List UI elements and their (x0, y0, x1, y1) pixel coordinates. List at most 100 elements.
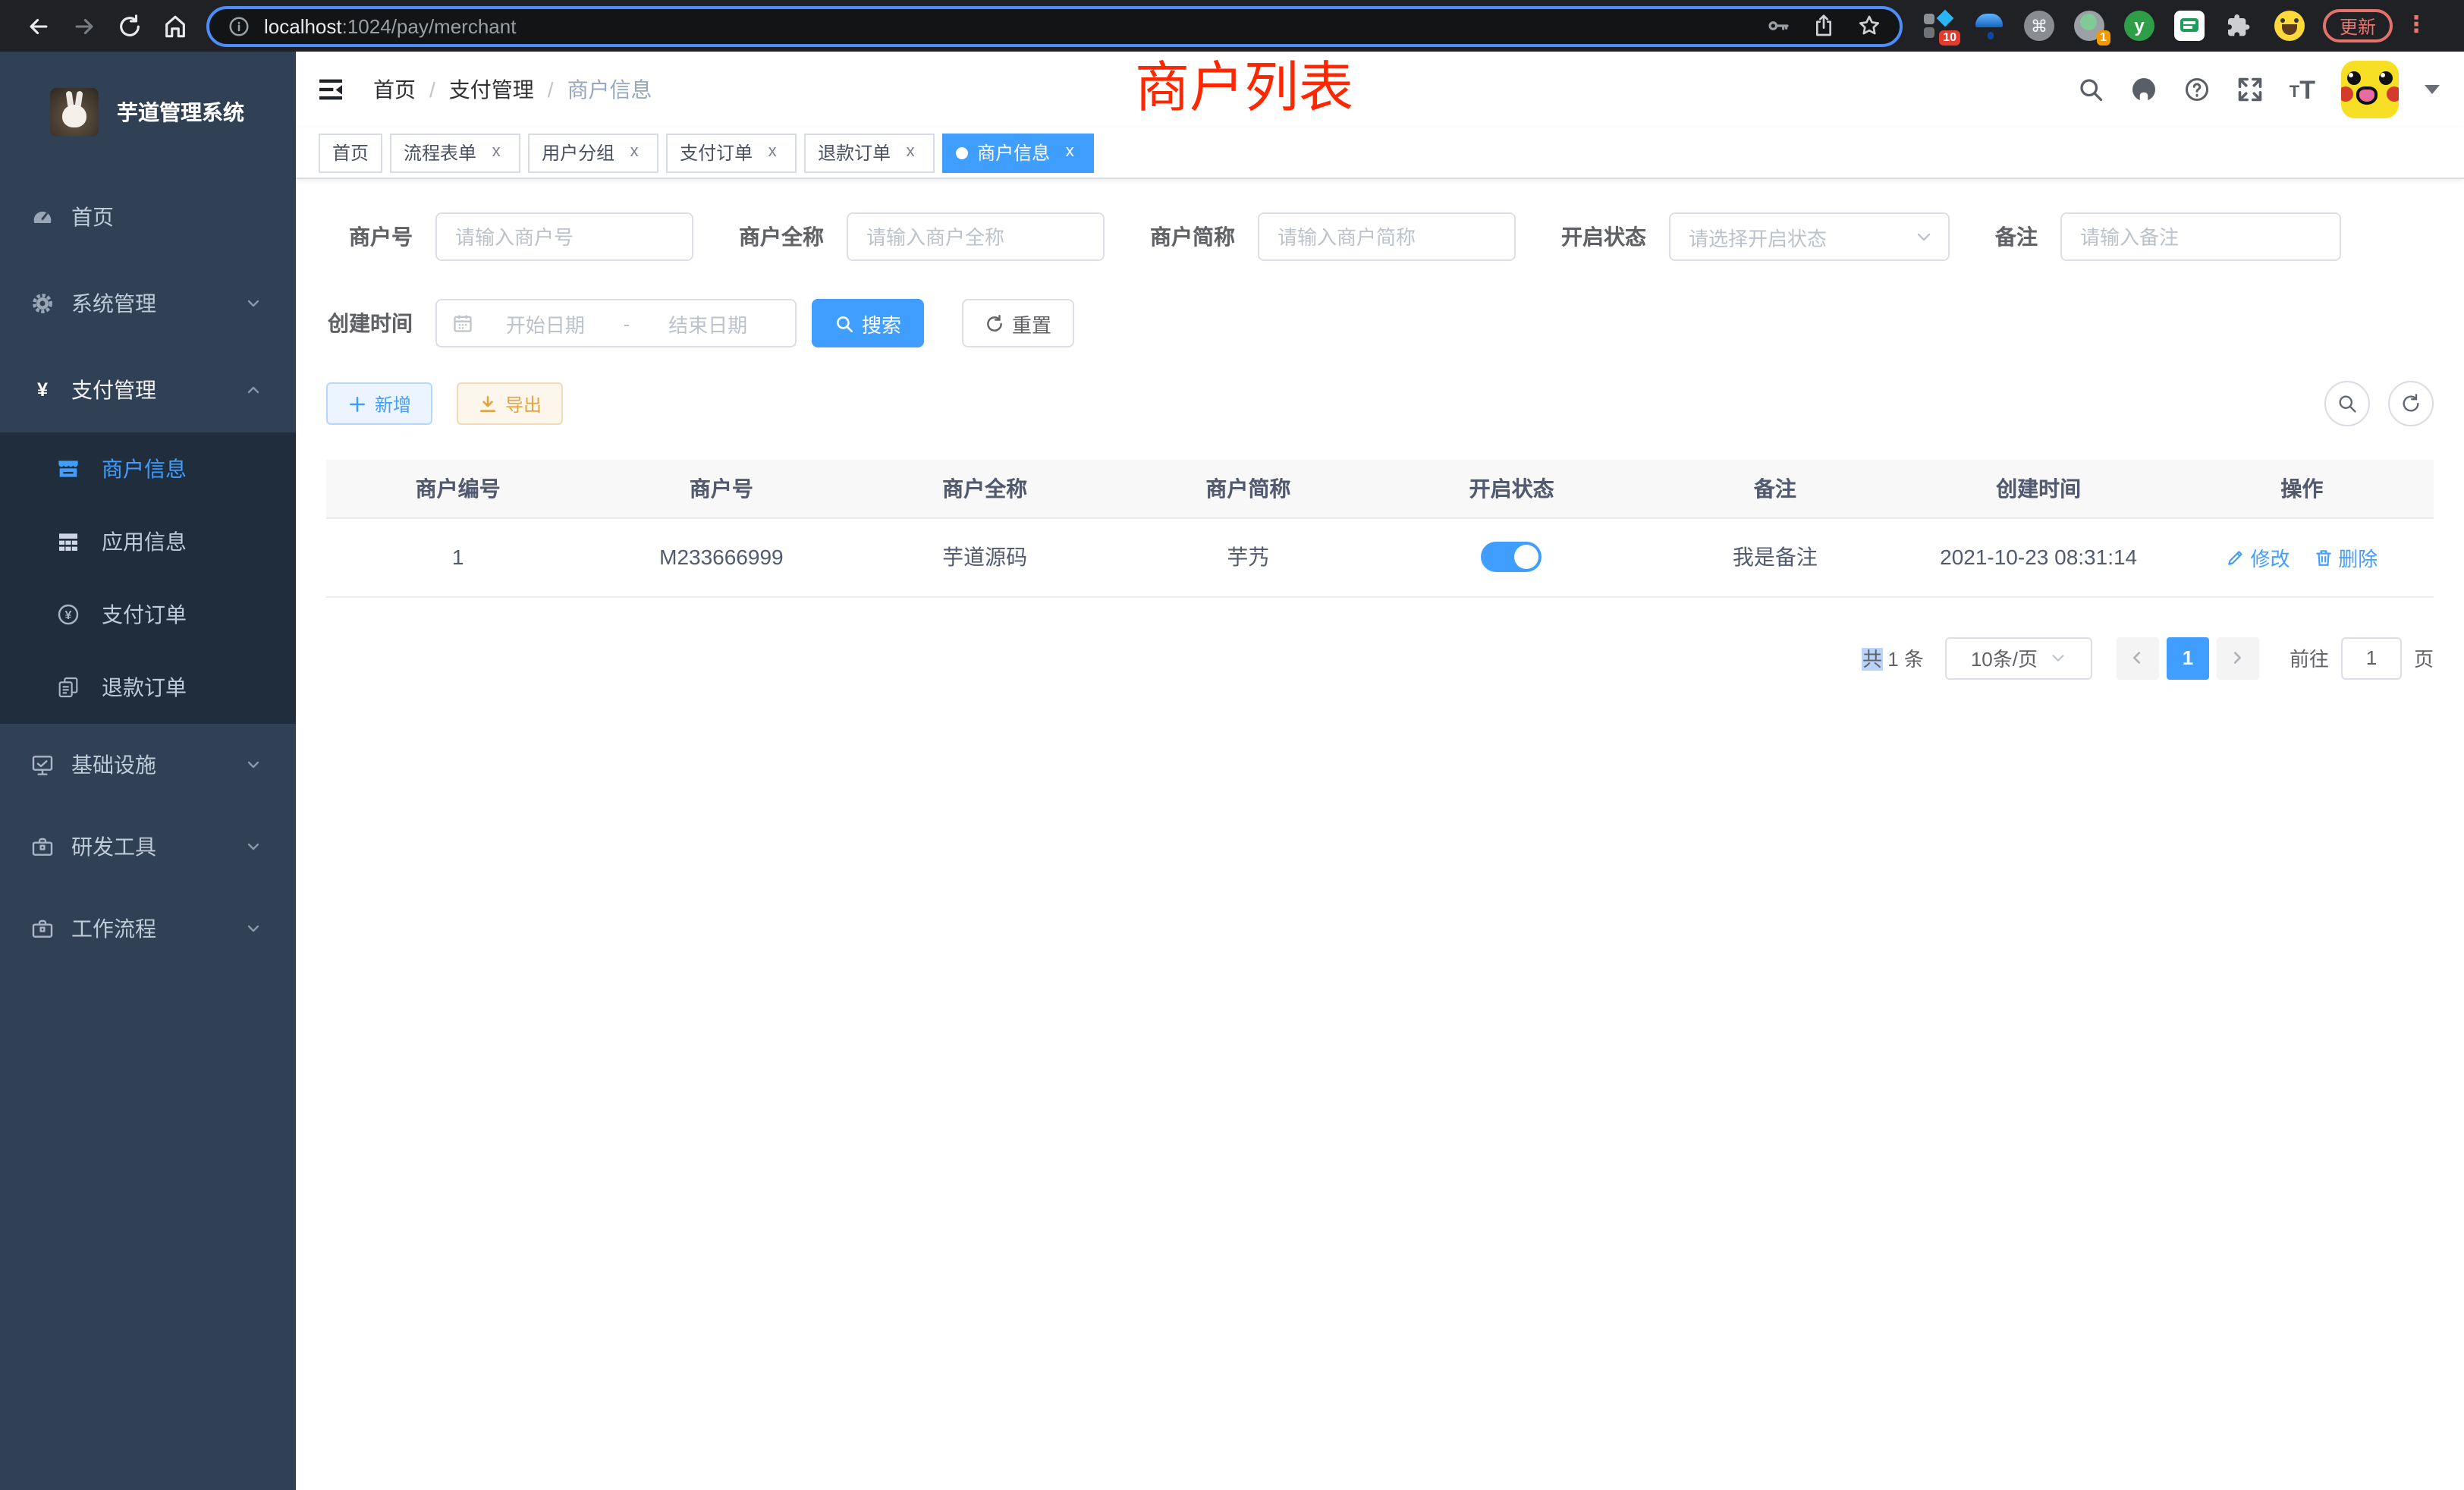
tab-close-icon[interactable]: x (1059, 142, 1080, 163)
sidebar-item-home[interactable]: 首页 (0, 173, 296, 259)
next-page-button[interactable] (2217, 637, 2259, 679)
sidebar-item-pay-order[interactable]: ¥ 支付订单 (0, 578, 296, 651)
github-icon[interactable] (2130, 76, 2158, 103)
tab-user-group[interactable]: 用户分组x (528, 133, 658, 172)
avatar-caret-icon[interactable] (2425, 85, 2440, 94)
wing-shape (1975, 14, 2003, 27)
tab-close-icon[interactable]: x (486, 142, 507, 163)
tab-refund-order[interactable]: 退款订单x (804, 133, 935, 172)
app-title: 芋道管理系统 (117, 97, 244, 127)
sidebar-item-infra[interactable]: 基础设施 (0, 724, 296, 806)
refresh-table-button[interactable] (2388, 381, 2434, 426)
status-toggle[interactable] (1482, 542, 1542, 572)
extension-metabase-icon[interactable]: 10 (1924, 11, 1954, 41)
tab-close-icon[interactable]: x (900, 142, 921, 163)
user-avatar[interactable] (2341, 61, 2399, 118)
extension-command-icon[interactable]: ⌘ (2024, 11, 2054, 41)
profile-emoji-icon[interactable] (2274, 11, 2305, 41)
extension-chat-icon[interactable] (2174, 11, 2205, 41)
cell-merchant-id: 1 (326, 517, 589, 596)
page-number-1[interactable]: 1 (2167, 637, 2209, 679)
sidebar-item-label: 支付管理 (71, 374, 156, 404)
sidebar-item-label: 退款订单 (102, 672, 187, 703)
sidebar: 芋道管理系统 首页 系统管理 ¥ 支付管理 商户信息 (0, 52, 296, 1490)
col-status: 开启状态 (1380, 460, 1643, 517)
status-select[interactable]: 请选择开启状态 (1669, 212, 1950, 261)
bookmark-star-icon[interactable] (1857, 14, 1881, 38)
remark-input[interactable] (2060, 212, 2341, 261)
reset-button[interactable]: 重置 (962, 299, 1074, 347)
extension-vpn-icon[interactable]: 1 (2074, 11, 2104, 41)
breadcrumb-pay[interactable]: 支付管理 (449, 74, 534, 105)
sidebar-item-app-info[interactable]: 应用信息 (0, 505, 296, 578)
prev-page-button[interactable] (2117, 637, 2159, 679)
font-size-icon[interactable]: TT (2290, 78, 2315, 101)
tab-process-form[interactable]: 流程表单x (390, 133, 520, 172)
extension-y-icon[interactable]: y (2124, 11, 2154, 41)
share-icon[interactable] (1812, 14, 1836, 38)
add-button[interactable]: 新增 (326, 382, 432, 425)
shop-icon (56, 457, 80, 481)
fullscreen-icon[interactable] (2236, 76, 2264, 103)
sidebar-item-refund-order[interactable]: 退款订单 (0, 651, 296, 724)
filter-full-name: 商户全称 (739, 212, 1105, 261)
page-size-select[interactable]: 10条/页 (1945, 637, 2092, 679)
gear-icon (30, 291, 55, 315)
help-icon[interactable] (2183, 76, 2211, 103)
browser-back-button[interactable] (15, 3, 61, 49)
delete-button[interactable]: 删除 (2314, 542, 2378, 571)
active-dot (956, 146, 968, 159)
pikachu-eye (2347, 71, 2361, 85)
tab-merchant-info[interactable]: 商户信息x (942, 133, 1094, 172)
sidebar-fold-icon[interactable] (316, 74, 346, 105)
sidebar-item-devtools[interactable]: 研发工具 (0, 806, 296, 888)
sidebar-item-merchant-info[interactable]: 商户信息 (0, 432, 296, 505)
forward-icon (71, 13, 96, 39)
goto-label: 前往 (2290, 643, 2329, 672)
pikachu-cheek (2387, 86, 2399, 102)
search-icon (834, 313, 854, 333)
sidebar-item-workflow[interactable]: 工作流程 (0, 888, 296, 970)
sidebar-item-label: 基础设施 (71, 750, 156, 780)
browser-reload-button[interactable] (106, 3, 152, 49)
chevron-down-icon (244, 838, 262, 856)
chevron-down-icon (244, 919, 262, 938)
tab-pay-order[interactable]: 支付订单x (666, 133, 797, 172)
browser-home-button[interactable] (152, 3, 197, 49)
sidebar-item-pay[interactable]: ¥ 支付管理 (0, 346, 296, 432)
password-key-icon[interactable] (1766, 14, 1790, 38)
search-icon[interactable] (2077, 76, 2104, 103)
app-logo[interactable]: 芋道管理系统 (0, 52, 296, 173)
goto-page-input[interactable] (2341, 637, 2402, 679)
tab-home[interactable]: 首页 (319, 133, 382, 172)
tab-label: 首页 (332, 140, 369, 165)
extension-paraglider-icon[interactable] (1974, 11, 2004, 41)
col-merchant-no: 商户号 (589, 460, 853, 517)
toggle-search-button[interactable] (2324, 381, 2370, 426)
date-range-picker[interactable]: 开始日期 - 结束日期 (435, 299, 797, 347)
chrome-menu-button[interactable]: ⋮ (2405, 18, 2423, 33)
site-info-icon[interactable] (228, 14, 250, 37)
breadcrumb-home[interactable]: 首页 (373, 74, 416, 105)
short-name-input[interactable] (1258, 212, 1516, 261)
chevron-left-icon (2129, 649, 2146, 666)
export-button[interactable]: 导出 (457, 382, 563, 425)
chrome-update-button[interactable]: 更新 (2323, 9, 2393, 42)
extensions-puzzle-icon[interactable] (2224, 11, 2255, 41)
address-bar[interactable]: localhost:1024/pay/merchant (206, 5, 1903, 46)
pilot-shape (1988, 32, 1994, 39)
edit-button[interactable]: 修改 (2226, 542, 2290, 571)
full-name-input[interactable] (847, 212, 1105, 261)
tab-close-icon[interactable]: x (762, 142, 783, 163)
breadcrumb: 首页 / 支付管理 / 商户信息 (373, 74, 652, 105)
merchant-no-input[interactable] (435, 212, 693, 261)
tab-close-icon[interactable]: x (624, 142, 645, 163)
browser-forward-button[interactable] (61, 3, 106, 49)
emoji-eye (2294, 18, 2299, 23)
col-create-time: 创建时间 (1907, 460, 2170, 517)
table-header-row: 商户编号 商户号 商户全称 商户简称 开启状态 备注 创建时间 操作 (326, 460, 2434, 517)
pagination: 共 1 条 10条/页 1 前往 页 (326, 637, 2434, 679)
sidebar-item-system[interactable]: 系统管理 (0, 259, 296, 346)
filter-remark: 备注 (1995, 212, 2341, 261)
search-button[interactable]: 搜索 (812, 299, 924, 347)
